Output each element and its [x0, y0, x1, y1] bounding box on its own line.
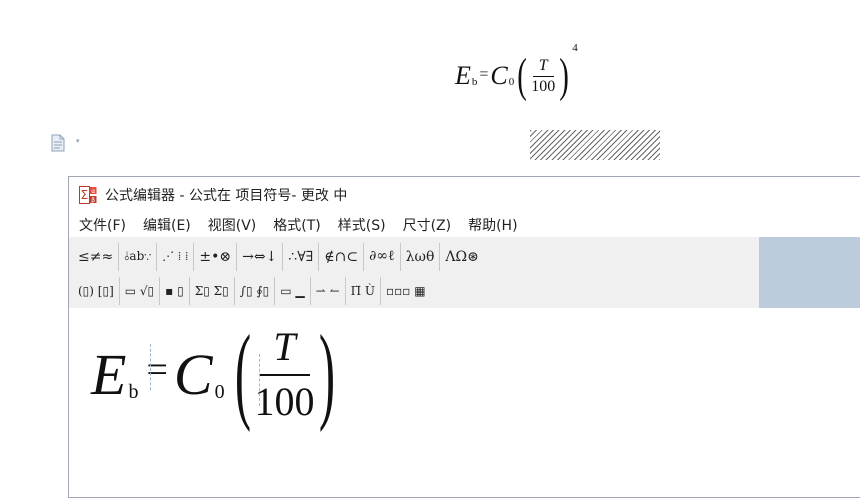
logic-icon[interactable]: ∴∀∃	[283, 242, 320, 271]
eq-right-paren: )	[318, 314, 335, 433]
eq-coef-subscript: 0	[508, 76, 515, 88]
eq-subscript: b	[471, 76, 478, 88]
menu-file[interactable]: 文件(F)	[79, 215, 126, 235]
template-palette-row: (▯) [▯] ▭ √▯ ▪ ▯ Σ▯ Σ▯ ∫▯ ∮▯ ▭ ▁ ⇀ ↼ Π̈ …	[73, 274, 431, 307]
products-icon[interactable]: Π̈ Ù	[346, 276, 381, 305]
summations-icon[interactable]: Σ▯ Σ▯	[190, 276, 235, 305]
svg-text:β: β	[91, 197, 95, 204]
eq-coef-subscript: 0	[214, 380, 225, 403]
integrals-icon[interactable]: ∫▯ ∮▯	[235, 276, 276, 305]
equation-editor-window: Σ α β 公式编辑器 - 公式在 项目符号- 更改 中 文件(F) 编辑(E)…	[68, 176, 860, 498]
operators-icon[interactable]: ±•⊗	[194, 242, 238, 271]
eq-denominator: 100	[531, 77, 556, 95]
document-equation[interactable]: E b = C 0 ( T 100 ) 4	[455, 42, 578, 108]
eq-left-paren: (	[234, 314, 251, 433]
embellishments-icon[interactable]: ⋰ ⁞ ⁞	[157, 242, 195, 271]
fractions-radicals-icon[interactable]: ▭ √▯	[120, 276, 161, 305]
eq-subscript: b	[128, 380, 139, 403]
equation-editor-icon: Σ α β	[79, 186, 97, 204]
eq-coef: C	[173, 341, 213, 407]
eq-coef: C	[490, 61, 508, 90]
eq-left-paren: (	[517, 49, 528, 102]
eq-numerator: T	[532, 57, 554, 77]
underbars-overbars-icon[interactable]: ▭ ▁	[275, 276, 311, 305]
svg-text:α: α	[91, 188, 95, 195]
matrices-icon[interactable]: ▫▫▫ ▦	[381, 277, 431, 305]
menu-edit[interactable]: 编辑(E)	[143, 215, 191, 235]
equation-canvas[interactable]: E b = C 0 ( T 100 )	[69, 308, 860, 497]
eq-right-paren: )	[559, 49, 570, 102]
slot-marker	[150, 344, 151, 390]
chevron-down-icon[interactable]: ▾	[76, 137, 80, 145]
eq-denominator: 100	[254, 379, 315, 424]
eq-base: E	[455, 61, 471, 90]
document-icon[interactable]	[51, 134, 65, 152]
svg-text:Σ: Σ	[81, 188, 89, 202]
misc-symbols-icon[interactable]: ∂∞ℓ	[364, 242, 401, 271]
menu-size[interactable]: 尺寸(Z)	[403, 215, 452, 235]
greek-upper-icon[interactable]: ΛΩ⊛	[440, 243, 483, 271]
menu-view[interactable]: 视图(V)	[208, 215, 257, 235]
title-bar[interactable]: Σ α β 公式编辑器 - 公式在 项目符号- 更改 中	[69, 177, 860, 213]
eq-base: E	[91, 341, 127, 407]
menu-bar: 文件(F) 编辑(E) 视图(V) 格式(T) 样式(S) 尺寸(Z) 帮助(H…	[69, 213, 860, 237]
eq-fraction: T 100	[255, 323, 315, 425]
greek-lower-icon[interactable]: λωθ	[401, 242, 441, 271]
object-placeholder	[530, 130, 660, 160]
window-title: 公式编辑器 - 公式在 项目符号- 更改 中	[105, 188, 348, 204]
arrows-icon[interactable]: →⇔↓	[237, 242, 284, 271]
eq-fraction: T 100	[531, 57, 555, 96]
slot-marker	[259, 354, 260, 406]
eq-numerator: T	[259, 323, 310, 376]
spaces-ellipses-icon[interactable]: ⫰ab∵	[119, 242, 158, 271]
subscripts-icon[interactable]: ▪ ▯	[160, 276, 190, 305]
menu-format[interactable]: 格式(T)	[273, 215, 320, 235]
menu-help[interactable]: 帮助(H)	[468, 215, 517, 235]
eq-equals: =	[479, 66, 489, 83]
palette-toolbar: ≤≠≈ ⫰ab∵ ⋰ ⁞ ⁞ ±•⊗ →⇔↓ ∴∀∃ ∉∩⊂ ∂∞ℓ λωθ Λ…	[69, 237, 860, 308]
symbol-palette-row: ≤≠≈ ⫰ab∵ ⋰ ⁞ ⁞ ±•⊗ →⇔↓ ∴∀∃ ∉∩⊂ ∂∞ℓ λωθ Λ…	[73, 240, 484, 273]
labeled-arrows-icon[interactable]: ⇀ ↼	[311, 276, 346, 305]
set-theory-icon[interactable]: ∉∩⊂	[319, 242, 365, 271]
menu-style[interactable]: 样式(S)	[338, 215, 386, 235]
eq-exponent: 4	[572, 42, 578, 54]
editor-equation[interactable]: E b = C 0 ( T 100 )	[91, 320, 345, 428]
fences-icon[interactable]: (▯) [▯]	[73, 276, 120, 305]
relations-icon[interactable]: ≤≠≈	[73, 242, 120, 271]
